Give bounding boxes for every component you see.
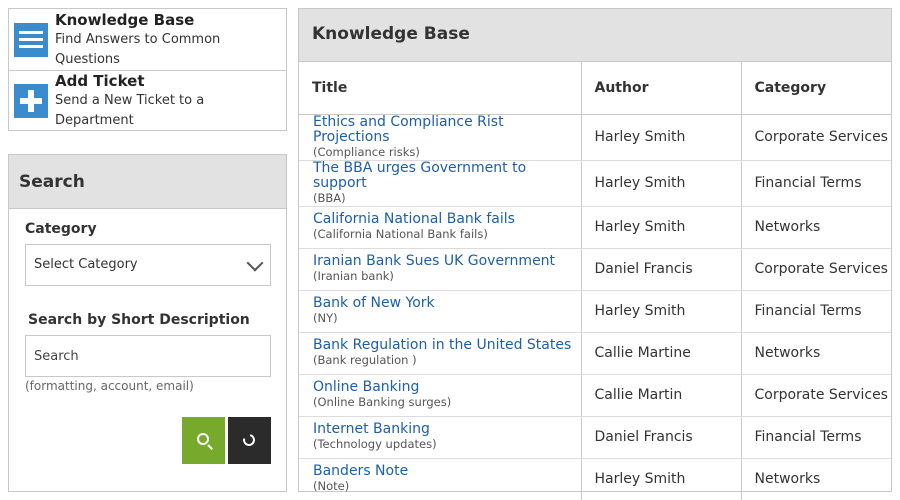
article-link[interactable]: The BBA urges Government to support [313,160,581,191]
table-row: Online Banking (Online Banking surges) Cal… [299,374,891,417]
author-cell: Harley Smith [580,206,741,249]
category-cell: Networks [740,458,891,500]
author-cell: Callie Martine [580,332,741,375]
author-cell: Harley Smith [580,290,741,333]
plus-icon [14,84,48,118]
title-cell: Bank of New York (NY) [299,290,581,333]
article-summary: (Compliance risks) [313,144,420,159]
table-row: Bank Regulation in the United States (Ban… [299,332,891,375]
title-cell: The BBA urges Government to support (BBA) [299,160,581,207]
search-panel-title: Search [9,155,286,209]
search-panel: Search Category Select Category Search b… [8,154,287,492]
column-header-category: Category [740,62,891,115]
column-header-title: Title [299,62,581,115]
category-cell: Financial Terms [740,290,891,333]
article-summary: (BBA) [313,190,346,205]
author-cell: Daniel Francis [580,248,741,291]
article-summary: (NY) [313,311,338,325]
category-label: Category [25,221,97,237]
nav-item-title: Knowledge Base [55,10,195,29]
refresh-icon [240,431,258,449]
article-link[interactable]: California National Bank fails [313,212,581,227]
nav-item-subtitle: Find Answers to Common Questions [55,31,221,67]
reset-button[interactable] [228,417,271,464]
search-button[interactable] [182,417,225,464]
article-link[interactable]: Ethics and Compliance Rist Projections [313,114,581,145]
title-cell: Online Banking (Online Banking surges) [299,374,581,417]
article-summary: (Technology updates) [313,437,437,451]
article-link[interactable]: Iranian Bank Sues UK Government [313,254,581,269]
article-link[interactable]: Online Banking [313,380,581,395]
chevron-down-icon [246,254,264,272]
author-cell: Harley Smith [580,458,741,500]
table-row: Iranian Bank Sues UK Government (Iranian … [299,248,891,291]
article-link[interactable]: Bank Regulation in the United States [313,338,581,353]
table-row: Bank of New York (NY) Harley Smith Financia… [299,290,891,333]
category-cell: Corporate Services [740,248,891,291]
author-cell: Callie Martin [580,374,741,417]
article-summary: (Bank regulation ) [313,353,417,367]
category-cell: Corporate Services [740,374,891,417]
table-header-row: Title Author Category [299,62,891,115]
author-cell: Harley Smith [580,114,741,161]
title-cell: California National Bank fails (Californi… [299,206,581,249]
article-link[interactable]: Bank of New York [313,296,581,311]
nav-item-subtitle: Send a New Ticket to a Department [55,93,205,128]
title-cell: Ethics and Compliance Rist Projections (C… [299,114,581,161]
knowledge-base-panel: Knowledge Base Title Author Category Eth… [298,8,892,500]
knowledge-base-table: Title Author Category Ethics and Complia… [299,62,891,500]
category-select[interactable]: Select Category [25,244,271,286]
category-cell: Corporate Services [740,114,891,161]
category-cell: Networks [740,332,891,375]
article-link[interactable]: Banders Note [313,464,581,479]
table-row: Ethics and Compliance Rist Projections (C… [299,114,891,161]
title-cell: Bank Regulation in the United States (Ban… [299,332,581,375]
search-icon [197,433,209,445]
page-title: Knowledge Base [299,9,891,62]
title-cell: Internet Banking (Technology updates) [299,416,581,459]
search-hint: (formatting, account, email) [25,379,194,393]
category-cell: Networks [740,206,891,249]
category-cell: Financial Terms [740,160,891,207]
category-cell: Financial Terms [740,416,891,459]
article-summary: (Online Banking surges) [313,395,452,409]
search-input[interactable] [25,335,271,377]
article-summary: (California National Bank fails) [313,227,488,241]
nav-item-knowledge-base[interactable]: Knowledge Base Find Answers to Common Qu… [9,9,286,70]
title-cell: Iranian Bank Sues UK Government (Iranian … [299,248,581,291]
table-row: California National Bank fails (Californi… [299,206,891,249]
table-row: Banders Note (Note) Harley Smith Networks [299,458,891,500]
table-row: The BBA urges Government to support (BBA)… [299,160,891,207]
table-row: Internet Banking (Technology updates) Dani… [299,416,891,459]
menu-icon [14,22,48,57]
nav-panel: Knowledge Base Find Answers to Common Qu… [8,8,287,131]
article-summary: (Iranian bank) [313,269,394,283]
nav-item-title: Add Ticket [55,72,145,90]
description-label: Search by Short Description [28,312,250,328]
column-header-author: Author [580,62,741,115]
nav-item-add-ticket[interactable]: Add Ticket Send a New Ticket to a Depart… [9,70,286,131]
category-select-value: Select Category [34,257,138,272]
author-cell: Daniel Francis [580,416,741,459]
table-body: Ethics and Compliance Rist Projections (C… [299,114,891,500]
author-cell: Harley Smith [580,160,741,207]
article-link[interactable]: Internet Banking [313,422,581,437]
article-summary: (Note) [313,479,350,494]
title-cell: Banders Note (Note) [299,458,581,500]
